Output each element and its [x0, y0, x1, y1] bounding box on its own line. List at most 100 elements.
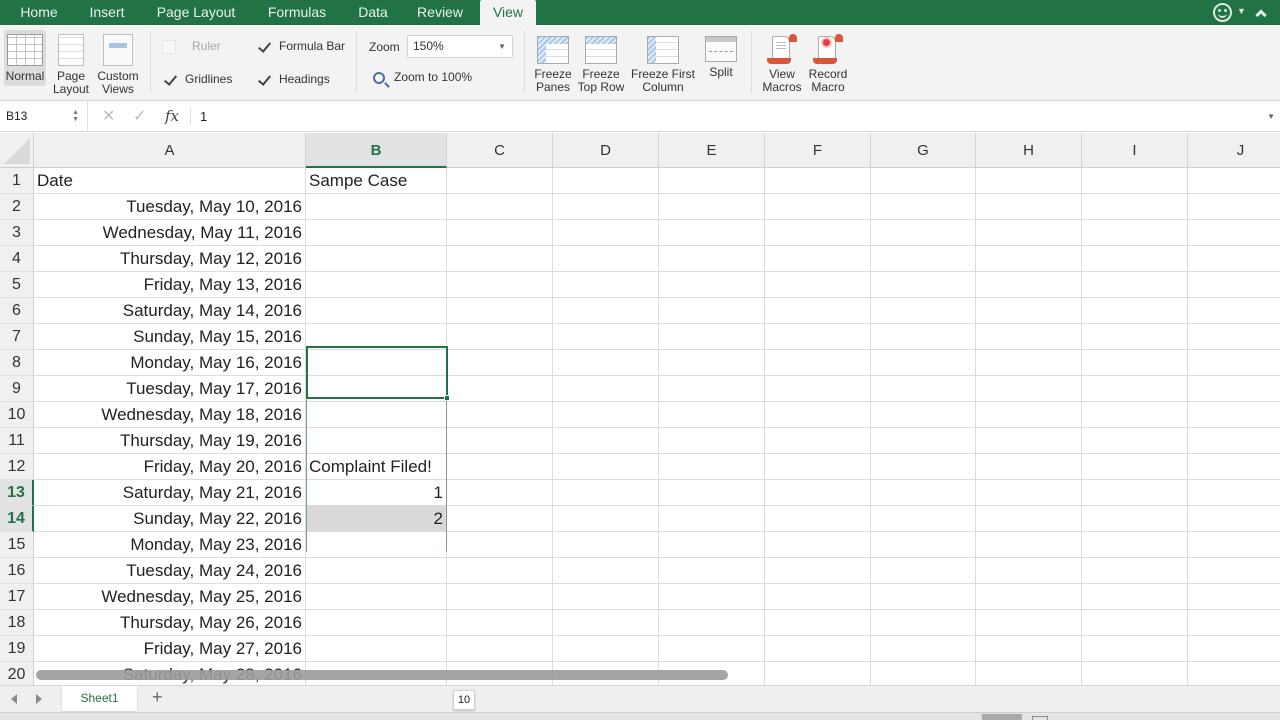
column-header-i[interactable]: I [1082, 133, 1188, 168]
cell-e3[interactable] [659, 220, 765, 246]
cell-d6[interactable] [553, 298, 659, 324]
row-header[interactable]: 13 [0, 480, 34, 506]
cell-g4[interactable] [871, 246, 976, 272]
add-sheet-button[interactable]: + [152, 686, 163, 711]
cell-c17[interactable] [447, 584, 553, 610]
column-header-a[interactable]: A [34, 133, 306, 168]
cell-f5[interactable] [765, 272, 871, 298]
cell-f13[interactable] [765, 480, 871, 506]
tab-view[interactable]: View [480, 0, 536, 25]
cell-f8[interactable] [765, 350, 871, 376]
cell-j13[interactable] [1188, 480, 1280, 506]
row-header[interactable]: 9 [0, 376, 34, 402]
cell-c19[interactable] [447, 636, 553, 662]
cell-g5[interactable] [871, 272, 976, 298]
cell-h5[interactable] [976, 272, 1082, 298]
cell-h15[interactable] [976, 532, 1082, 558]
column-header-j[interactable]: J [1188, 133, 1280, 168]
cell-e7[interactable] [659, 324, 765, 350]
cell-a18[interactable]: Thursday, May 26, 2016 [34, 610, 306, 636]
cell-f11[interactable] [765, 428, 871, 454]
record-macro-button[interactable]: Record Macro [806, 34, 850, 94]
cell-c5[interactable] [447, 272, 553, 298]
cell-b17[interactable] [306, 584, 447, 610]
cell-f4[interactable] [765, 246, 871, 272]
spreadsheet-grid[interactable]: A B C D E F G H I J 1 Date Sampe Case 2 Tuesday, May 1… [0, 133, 1280, 685]
cell-d19[interactable] [553, 636, 659, 662]
name-box[interactable]: B13 ▲ ▼ [0, 101, 88, 132]
cell-j12[interactable] [1188, 454, 1280, 480]
column-header-g[interactable]: G [871, 133, 976, 168]
cell-g17[interactable] [871, 584, 976, 610]
row-header[interactable]: 2 [0, 194, 34, 220]
row-header[interactable]: 11 [0, 428, 34, 454]
cell-j5[interactable] [1188, 272, 1280, 298]
cell-j6[interactable] [1188, 298, 1280, 324]
select-all-corner[interactable] [0, 133, 34, 168]
cell-e4[interactable] [659, 246, 765, 272]
row-header[interactable]: 19 [0, 636, 34, 662]
cell-h6[interactable] [976, 298, 1082, 324]
cell-f20[interactable] [765, 662, 871, 685]
cell-g16[interactable] [871, 558, 976, 584]
cell-g10[interactable] [871, 402, 976, 428]
column-header-e[interactable]: E [659, 133, 765, 168]
cell-a19[interactable]: Friday, May 27, 2016 [34, 636, 306, 662]
cell-d11[interactable] [553, 428, 659, 454]
cell-d3[interactable] [553, 220, 659, 246]
horizontal-scrollbar[interactable] [36, 670, 728, 680]
cell-b18[interactable] [306, 610, 447, 636]
cell-f10[interactable] [765, 402, 871, 428]
cell-d15[interactable] [553, 532, 659, 558]
cell-f3[interactable] [765, 220, 871, 246]
cell-g1[interactable] [871, 168, 976, 194]
cell-a8[interactable]: Monday, May 16, 2016 [34, 350, 306, 376]
cell-a5[interactable]: Friday, May 13, 2016 [34, 272, 306, 298]
cell-c18[interactable] [447, 610, 553, 636]
formula-input[interactable]: 1 [200, 101, 207, 132]
row-header[interactable]: 16 [0, 558, 34, 584]
cell-h13[interactable] [976, 480, 1082, 506]
cell-b7[interactable] [306, 324, 447, 350]
cell-e5[interactable] [659, 272, 765, 298]
cell-d5[interactable] [553, 272, 659, 298]
cell-a1[interactable]: Date [34, 168, 306, 194]
tab-page-layout[interactable]: Page Layout [146, 0, 246, 25]
cell-i15[interactable] [1082, 532, 1188, 558]
feedback-dropdown-caret-icon[interactable]: ▼ [1237, 6, 1246, 16]
cell-e13[interactable] [659, 480, 765, 506]
ruler-checkbox[interactable]: Ruler [162, 38, 221, 54]
cell-d8[interactable] [553, 350, 659, 376]
cell-i3[interactable] [1082, 220, 1188, 246]
column-header-c[interactable]: C [447, 133, 553, 168]
cell-d10[interactable] [553, 402, 659, 428]
row-header[interactable]: 12 [0, 454, 34, 480]
tab-review[interactable]: Review [406, 0, 474, 25]
cell-c4[interactable] [447, 246, 553, 272]
cell-i10[interactable] [1082, 402, 1188, 428]
cell-c12[interactable] [447, 454, 553, 480]
cell-e12[interactable] [659, 454, 765, 480]
row-header[interactable]: 5 [0, 272, 34, 298]
cell-g7[interactable] [871, 324, 976, 350]
cell-a14[interactable]: Sunday, May 22, 2016 [34, 506, 306, 532]
cell-f2[interactable] [765, 194, 871, 220]
cell-h11[interactable] [976, 428, 1082, 454]
cell-e6[interactable] [659, 298, 765, 324]
ruler-checkbox-box[interactable] [162, 39, 176, 54]
cell-g19[interactable] [871, 636, 976, 662]
cell-j2[interactable] [1188, 194, 1280, 220]
cell-j16[interactable] [1188, 558, 1280, 584]
cell-h14[interactable] [976, 506, 1082, 532]
cell-h17[interactable] [976, 584, 1082, 610]
cell-f1[interactable] [765, 168, 871, 194]
row-header[interactable]: 17 [0, 584, 34, 610]
cell-i20[interactable] [1082, 662, 1188, 685]
cell-i1[interactable] [1082, 168, 1188, 194]
cell-e10[interactable] [659, 402, 765, 428]
cell-e15[interactable] [659, 532, 765, 558]
cell-b12[interactable]: Complaint Filed! [306, 454, 447, 480]
cell-a17[interactable]: Wednesday, May 25, 2016 [34, 584, 306, 610]
cell-h8[interactable] [976, 350, 1082, 376]
normal-view-status-icon[interactable] [982, 714, 1022, 720]
